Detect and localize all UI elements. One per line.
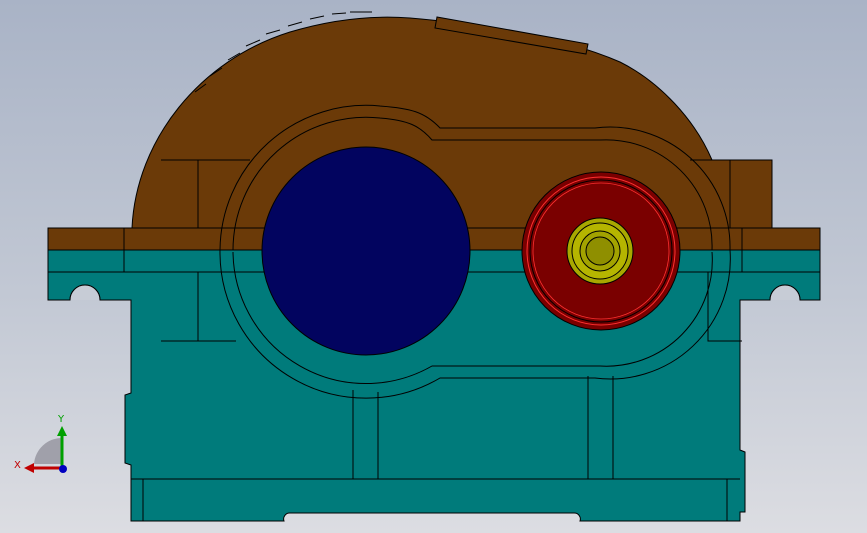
gearbox-model[interactable] [0, 0, 867, 533]
coordinate-triad: Y X [14, 414, 67, 473]
graphics-viewport[interactable]: Y X [0, 0, 867, 533]
large-bore[interactable] [261, 146, 471, 356]
y-axis-arrow [57, 426, 67, 436]
shaft-bearing[interactable] [566, 217, 634, 285]
y-axis-label: Y [57, 414, 65, 425]
x-axis-label: X [14, 460, 21, 471]
x-axis-arrow [24, 463, 34, 473]
shaft-center [585, 236, 615, 266]
z-axis-dot [59, 465, 67, 473]
triad-plane [34, 437, 62, 464]
